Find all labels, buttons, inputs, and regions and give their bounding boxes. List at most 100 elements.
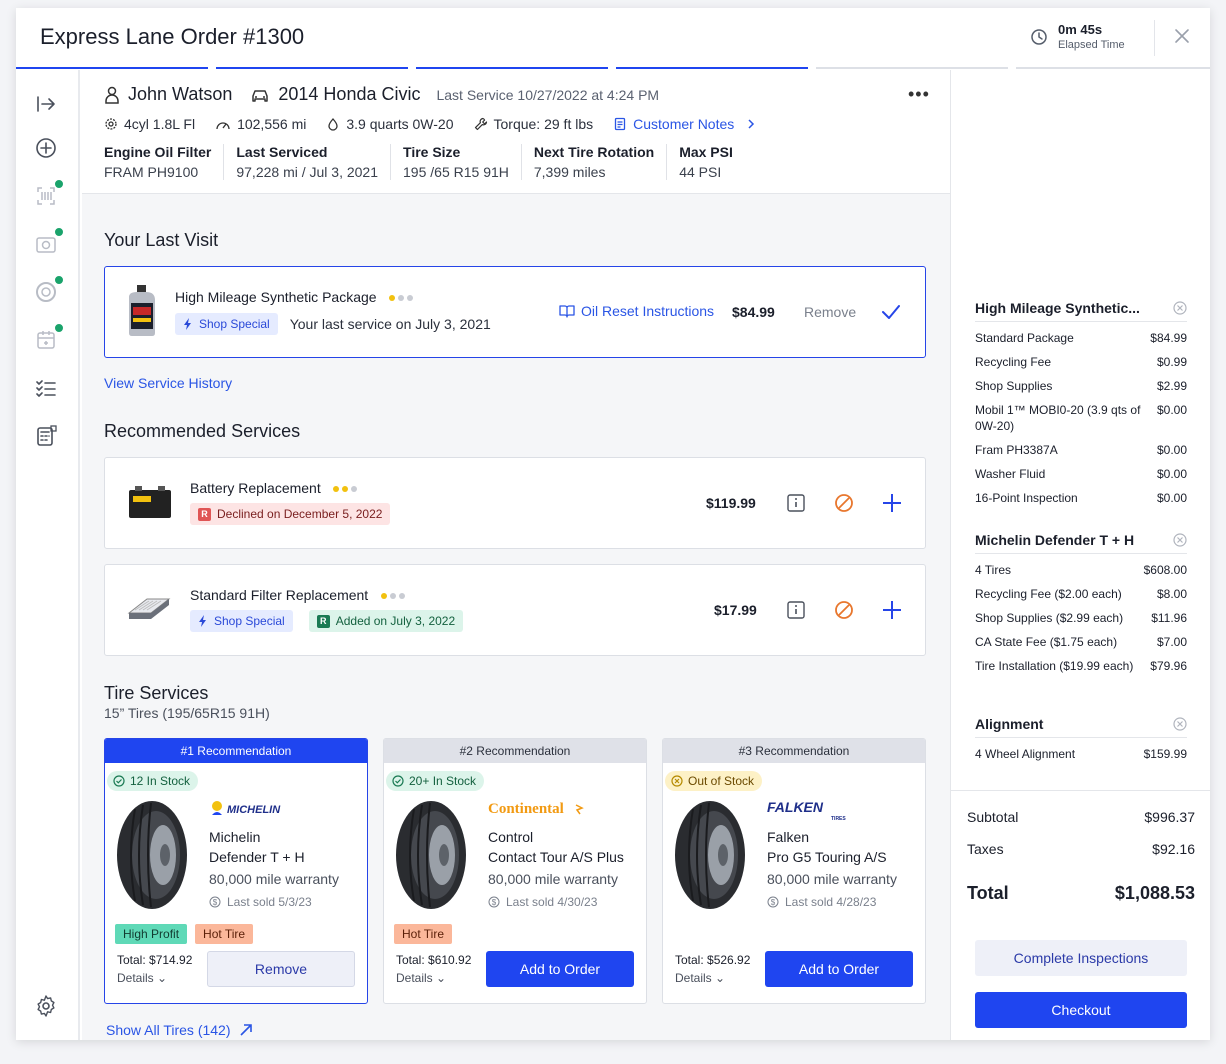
last-visit-title: Your Last Visit bbox=[104, 230, 219, 250]
recommended-card[interactable]: Battery Replacement R Declined on Decemb… bbox=[104, 457, 926, 549]
group-title: Michelin Defender T + H bbox=[975, 531, 1135, 548]
checklist-icon[interactable] bbox=[34, 376, 58, 400]
collapse-icon[interactable] bbox=[34, 92, 58, 116]
tire-total: Total: $714.92 bbox=[117, 953, 193, 967]
complete-check-icon bbox=[54, 323, 64, 333]
remove-circle-icon[interactable] bbox=[1173, 532, 1187, 547]
group-title: High Mileage Synthetic... bbox=[975, 299, 1140, 316]
tire-name: Control Contact Tour A/S Plus bbox=[488, 829, 624, 865]
svg-text:FALKEN: FALKEN bbox=[767, 799, 824, 815]
rating-stars bbox=[389, 294, 414, 301]
step-segment bbox=[616, 67, 808, 69]
tire-total: Total: $526.92 bbox=[675, 953, 751, 967]
dollar-circle-icon: $ bbox=[488, 896, 500, 908]
tire-total: Total: $610.92 bbox=[396, 953, 472, 967]
details-toggle[interactable]: Details ⌄ bbox=[396, 971, 446, 985]
spec-item: Max PSI 44 PSI bbox=[679, 144, 733, 180]
step-segment bbox=[1016, 67, 1210, 69]
decline-icon[interactable] bbox=[834, 493, 854, 513]
tire-warranty: 80,000 mile warranty bbox=[767, 871, 897, 887]
oil-reset-link[interactable]: Oil Reset Instructions bbox=[559, 303, 714, 319]
add-to-order-button[interactable]: Add to Order bbox=[486, 951, 634, 987]
check-circle-icon bbox=[113, 775, 125, 787]
remove-circle-icon[interactable] bbox=[1173, 716, 1187, 731]
remove-circle-icon[interactable] bbox=[1173, 300, 1187, 315]
book-icon bbox=[559, 305, 575, 318]
settings-gear-icon[interactable] bbox=[34, 994, 58, 1018]
customer-panel: John Watson 2014 Honda Civic Last Servic… bbox=[82, 70, 950, 194]
last-sold: $ Last sold 5/3/23 bbox=[209, 895, 312, 909]
customer-name: John Watson bbox=[128, 84, 233, 104]
customer-notes-link[interactable]: Customer Notes bbox=[613, 116, 756, 132]
decline-icon[interactable] bbox=[834, 600, 854, 620]
tire-card[interactable]: #3 Recommendation Out of Stock FALKEN TIR… bbox=[662, 738, 926, 1004]
line-item: Recycling Fee ($2.00 each) $8.00 bbox=[975, 587, 1187, 601]
recommendation-rank: #1 Recommendation bbox=[105, 739, 367, 763]
view-service-history-link[interactable]: View Service History bbox=[104, 375, 232, 391]
high-profit-pill: High Profit bbox=[115, 924, 188, 944]
camera-icon[interactable] bbox=[34, 227, 64, 256]
step-segment bbox=[816, 67, 1008, 69]
tire-warranty: 80,000 mile warranty bbox=[488, 871, 618, 887]
torque-info: Torque: 29 ft lbs bbox=[474, 116, 594, 132]
spec-item: Tire Size 195 /65 R15 91H bbox=[403, 144, 522, 180]
complete-inspections-button[interactable]: Complete Inspections bbox=[975, 940, 1187, 976]
more-options-icon[interactable]: ••• bbox=[908, 84, 930, 105]
last-service: Last Service 10/27/2022 at 4:24 PM bbox=[436, 86, 660, 103]
info-icon[interactable] bbox=[786, 493, 806, 513]
tire-card[interactable]: #2 Recommendation 20+ In Stock Continent… bbox=[383, 738, 647, 1004]
scan-icon[interactable] bbox=[34, 179, 64, 208]
oil-reset-label[interactable]: Oil Reset Instructions bbox=[581, 303, 714, 319]
calendar-icon[interactable] bbox=[34, 323, 64, 352]
tire-name: Michelin Defender T + H bbox=[209, 829, 305, 865]
svg-text:$: $ bbox=[213, 898, 218, 907]
wrench-icon bbox=[474, 117, 487, 131]
lightning-icon bbox=[199, 615, 206, 627]
check-icon[interactable] bbox=[881, 303, 901, 321]
mileage-info: 102,556 mi bbox=[215, 116, 306, 132]
customer-notes-label[interactable]: Customer Notes bbox=[633, 116, 734, 132]
last-visit-note: Your last service on July 3, 2021 bbox=[289, 316, 491, 332]
remove-tire-button[interactable]: Remove bbox=[207, 951, 355, 987]
checkout-button[interactable]: Checkout bbox=[975, 992, 1187, 1028]
service-price: $119.99 bbox=[706, 495, 756, 511]
mileage-text: 102,556 mi bbox=[237, 116, 307, 132]
oil-info: 3.9 quarts 0W-20 bbox=[326, 116, 454, 132]
step-segment bbox=[16, 67, 208, 69]
close-icon[interactable] bbox=[1172, 26, 1192, 46]
r-badge-icon: R bbox=[316, 614, 330, 628]
tire-warranty: 80,000 mile warranty bbox=[209, 871, 339, 887]
add-circle-icon[interactable] bbox=[34, 136, 58, 160]
complete-check-icon bbox=[54, 179, 64, 189]
shop-special-tag: Shop Special bbox=[190, 610, 293, 632]
chevron-down-icon: ⌄ bbox=[157, 971, 168, 985]
add-icon[interactable] bbox=[881, 492, 903, 514]
elapsed-value: 0m 45s bbox=[1058, 22, 1103, 37]
calculator-icon[interactable] bbox=[34, 424, 58, 448]
check-circle-icon bbox=[392, 775, 404, 787]
oil-bottle-image bbox=[125, 285, 159, 337]
service-name: Standard Filter Replacement bbox=[190, 587, 369, 603]
summary-divider bbox=[951, 790, 1210, 791]
battery-image bbox=[127, 484, 173, 520]
tire-size-subtitle: 15” Tires (195/65R15 91H) bbox=[104, 705, 270, 721]
tire-services-title: Tire Services bbox=[104, 683, 209, 703]
add-to-order-button[interactable]: Add to Order bbox=[765, 951, 913, 987]
chevron-down-icon: ⌄ bbox=[436, 971, 447, 985]
show-all-tires-link[interactable]: Show All Tires (142) bbox=[106, 1022, 253, 1038]
add-icon[interactable] bbox=[881, 599, 903, 621]
step-segment bbox=[216, 67, 408, 69]
remove-button[interactable]: Remove bbox=[804, 304, 856, 320]
page-title: Express Lane Order #1300 bbox=[40, 24, 305, 49]
last-visit-service: High Mileage Synthetic Package bbox=[175, 289, 377, 305]
torque-text: Torque: 29 ft lbs bbox=[493, 116, 594, 132]
last-visit-card[interactable]: High Mileage Synthetic Package Shop Spec… bbox=[104, 266, 926, 358]
details-toggle[interactable]: Details ⌄ bbox=[675, 971, 725, 985]
details-toggle[interactable]: Details ⌄ bbox=[117, 971, 167, 985]
info-icon[interactable] bbox=[786, 600, 806, 620]
tire-name: Falken Pro G5 Touring A/S bbox=[767, 829, 887, 865]
tire-icon[interactable] bbox=[34, 275, 64, 304]
recommended-card[interactable]: Standard Filter Replacement Shop Special… bbox=[104, 564, 926, 656]
tire-card[interactable]: #1 Recommendation 12 In Stock MICHELIN M… bbox=[104, 738, 368, 1004]
line-item: 4 Wheel Alignment $159.99 bbox=[975, 747, 1187, 761]
